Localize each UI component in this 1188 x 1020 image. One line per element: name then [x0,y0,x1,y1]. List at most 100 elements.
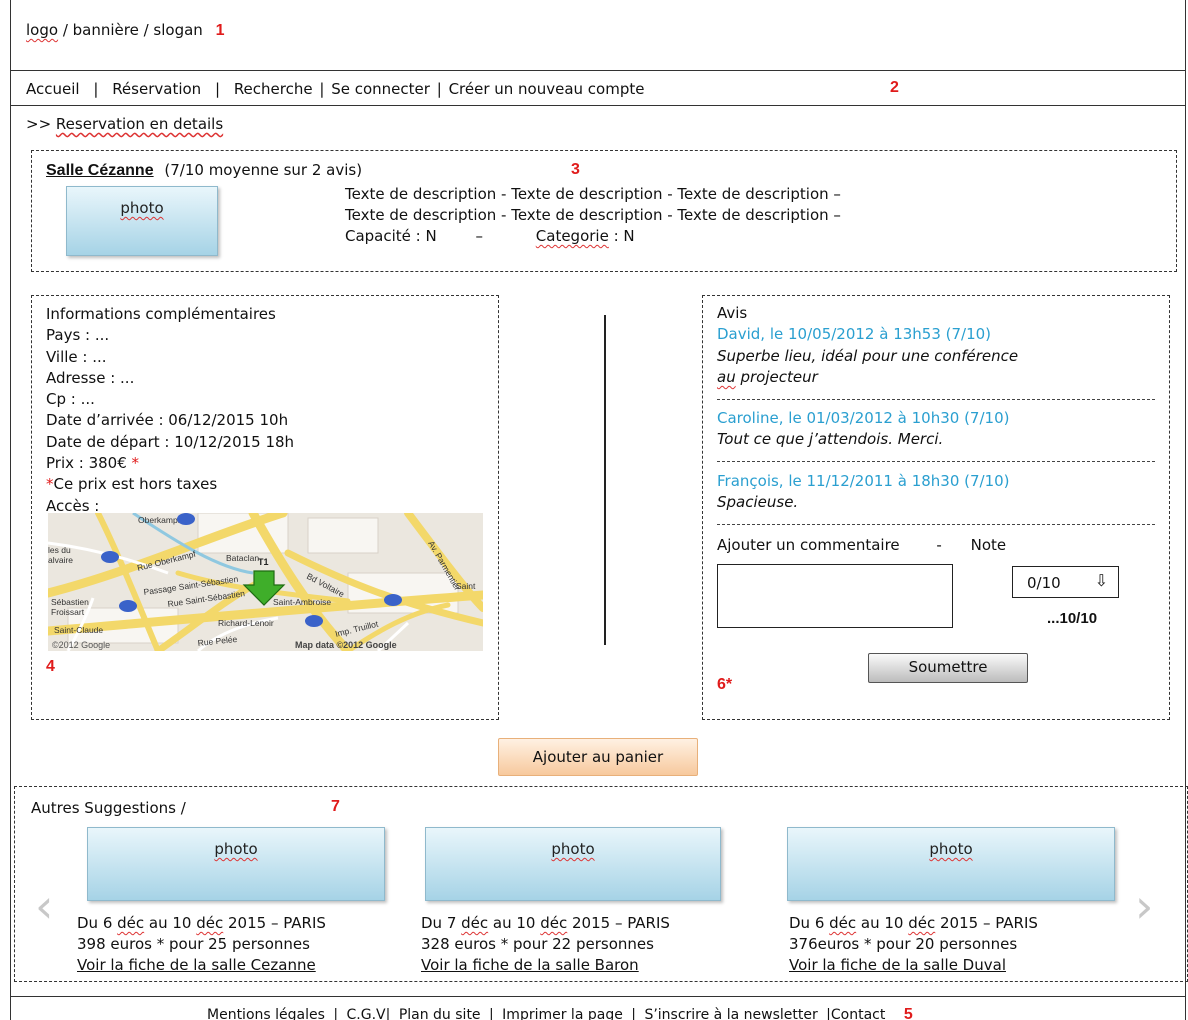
add-to-cart-button[interactable]: Ajouter au panier [498,738,698,776]
nav-item-recherche[interactable]: Recherche [234,80,313,98]
dates-part: au 10 [144,914,197,932]
dropdown-arrow-icon: ⇩ [1094,571,1108,590]
svg-text:Bataclan: Bataclan [226,553,259,563]
reviews-section: Avis David, le 10/05/2012 à 13h53 (7/10)… [702,295,1170,720]
review-author: François, le 11/12/2011 à 18h30 (7/10) [717,472,1010,490]
note-max: ...10/10 [1047,610,1098,627]
suggestion-dates: Du 6 déc au 10 déc 2015 – PARIS [77,913,326,934]
footer-link-newsletter[interactable]: S’inscrire à la newsletter [644,1007,817,1020]
svg-text:Saint-Claude: Saint-Claude [54,625,103,635]
main-nav: Accueil | Réservation | Recherche | Se c… [26,80,644,98]
breadcrumb-link[interactable]: Reservation en details [56,115,223,133]
dates-part: 2015 – PARIS [567,914,670,932]
room-description-line: Texte de description - Texte de descript… [345,206,841,224]
suggestion-photo[interactable]: photo [425,827,721,901]
nav-divider [10,105,1186,106]
room-category-value: : N [608,227,635,245]
nav-item-accueil[interactable]: Accueil [26,80,80,98]
info-pays: Pays : ... [46,326,110,345]
info-section: Informations complémentaires Pays : ... … [31,295,499,720]
review-text: Tout ce que j’attendois. Merci. [717,430,944,448]
dates-part: 2015 – PARIS [223,914,326,932]
add-comment-dash: - [936,536,942,554]
suggestion-link[interactable]: Voir la fiche de la salle Baron [421,955,670,976]
info-adresse: Adresse : ... [46,368,135,387]
room-photo[interactable]: photo [66,186,218,256]
header: logo / bannière / slogan 1 [26,21,224,40]
suggestion-photo-label: photo [214,840,258,858]
svg-text:Froissart: Froissart [51,607,85,617]
room-dash: – [475,227,484,245]
room-description-line: Texte de description - Texte de descript… [345,185,841,203]
review-text-line: Superbe lieu, idéal pour une conférence [717,347,1019,365]
footer-link-plan[interactable]: Plan du site [399,1007,481,1020]
next-arrow-icon[interactable]: › [1135,879,1153,933]
reviews-title: Avis [717,304,748,322]
suggestion-link[interactable]: Voir la fiche de la salle Duval [789,955,1038,976]
nav-separator: | [93,80,99,98]
footer-separator: | [333,1007,339,1020]
review-author: David, le 10/05/2012 à 13h53 (7/10) [717,325,992,343]
logo-banner-slogan[interactable]: logo / bannière / slogan [26,21,203,39]
info-list: Informations complémentaires Pays : ... … [46,304,294,517]
footer-separator: | [385,1007,391,1020]
logo-text: logo [26,21,59,39]
svg-text:Saint: Saint [456,581,476,591]
room-photo-label: photo [120,199,164,217]
suggestion-link[interactable]: Voir la fiche de la salle Cezanne [77,955,326,976]
nav-item-reservation[interactable]: Réservation [112,80,201,98]
add-comment-label: Ajouter un commentaire [717,536,900,554]
svg-text:Sébastien: Sébastien [51,597,89,607]
suggestion-photo[interactable]: photo [787,827,1115,901]
dates-part: Du 6 [789,914,830,932]
suggestion-card-text: Du 6 déc au 10 déc 2015 – PARIS 398 euro… [77,913,326,976]
info-prix: Prix : 380€ [46,454,127,473]
note-label: Note [970,536,1007,554]
suggestion-price: 328 euros * pour 22 personnes [421,935,654,953]
suggestion-photo[interactable]: photo [87,827,385,901]
marker-2: 2 [890,79,899,96]
info-tax-row: *Ce prix est hors taxes [46,474,294,495]
suggestion-dates: Du 6 déc au 10 déc 2015 – PARIS [789,913,1038,934]
note-select[interactable]: 0/10 ⇩ [1012,566,1119,598]
info-tax-note: Ce prix est hors taxes [53,475,218,494]
review-separator [717,524,1155,525]
footer-separator: | [489,1007,494,1020]
info-depart: Date de départ : 10/12/2015 18h [46,432,295,451]
footer-link-mentions[interactable]: Mentions légales [207,1007,325,1020]
dates-part: déc [908,914,936,932]
nav-item-se-connecter[interactable]: Se connecter [331,80,430,98]
marker-4: 4 [46,658,55,675]
dates-part: déc [540,914,568,932]
footer-link-cgv[interactable]: C.G.V [347,1007,386,1020]
comment-textarea[interactable] [717,564,953,628]
submit-button[interactable]: Soumettre [868,653,1028,683]
suggestion-card-text: Du 6 déc au 10 déc 2015 – PARIS 376euros… [789,913,1038,976]
footer-link-imprimer[interactable]: Imprimer la page [502,1007,623,1020]
room-name-link[interactable]: Salle Cézanne [46,162,154,179]
review-separator [717,461,1155,462]
room-capacity: Capacité : N [345,227,437,245]
footer-separator: | [631,1007,636,1020]
room-category-label: Categorie [535,227,609,245]
review-word: au [717,368,736,386]
suggestion-price: 398 euros * pour 25 personnes [77,935,310,953]
dates-part: au 10 [488,914,541,932]
map-graphic: Oberkampf Rue Oberkampf Bataclan Bd Volt… [48,513,483,651]
review-text: Superbe lieu, idéal pour une conférence … [717,346,1018,388]
map-copyright-right: Map data ©2012 Google [295,640,397,650]
room-capacity-category: Capacité : N – Categorie : N [345,226,841,247]
nav-item-creer-compte[interactable]: Créer un nouveau compte [449,80,645,98]
svg-text:Richard-Lenoir: Richard-Lenoir [218,618,274,628]
prev-arrow-icon[interactable]: ‹ [35,879,53,933]
nav-separator: | [319,80,325,98]
dates-part: Du 7 [421,914,462,932]
access-map[interactable]: Oberkampf Rue Oberkampf Bataclan Bd Volt… [48,513,483,651]
add-comment-row: Ajouter un commentaire - Note [717,536,1006,554]
footer-link-contact[interactable]: Contact [831,1007,885,1020]
suggestion-photo-label: photo [551,840,595,858]
svg-text:alvaire: alvaire [48,555,73,565]
room-description: Texte de description - Texte de descript… [345,184,841,247]
svg-text:Oberkampf: Oberkampf [138,515,181,525]
footer-divider [10,996,1186,997]
